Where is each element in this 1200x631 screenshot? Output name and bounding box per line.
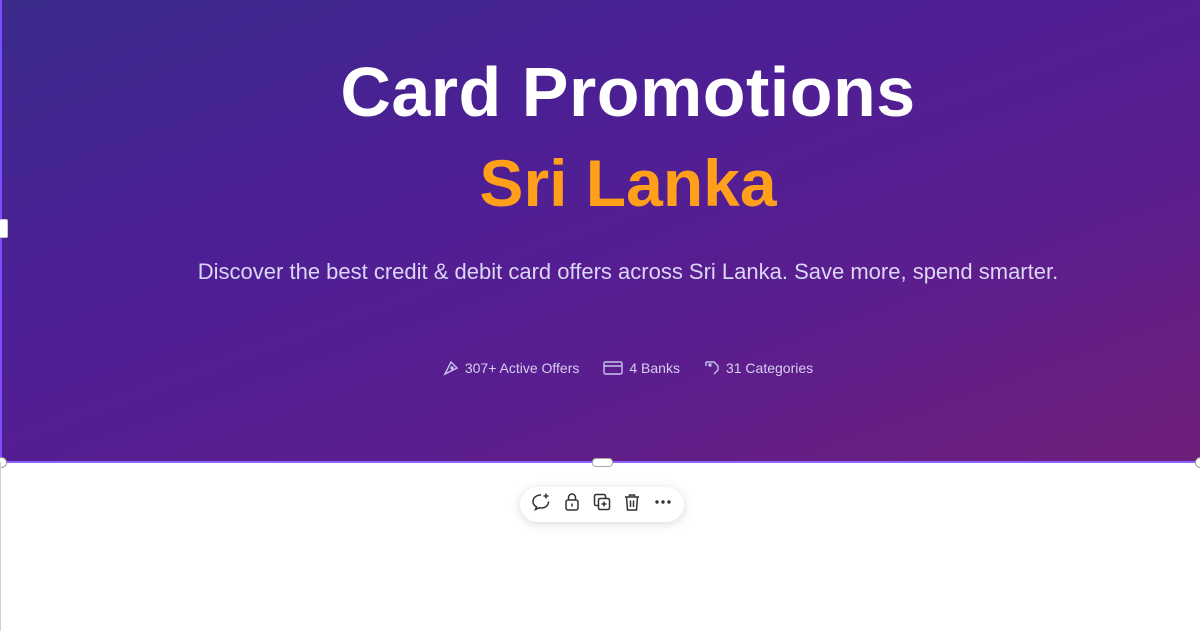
element-toolbar	[520, 487, 684, 522]
credit-card-icon	[603, 360, 624, 376]
hero-title: Card Promotions	[340, 53, 916, 131]
stat-active-offers: 307+ Active Offers	[443, 360, 580, 376]
stat-label: 31 Categories	[725, 360, 814, 376]
delete-button[interactable]	[619, 492, 645, 518]
label-icon	[704, 360, 720, 376]
more-icon	[653, 492, 673, 517]
resize-handle-bottom-right[interactable]	[1195, 457, 1200, 468]
stat-categories: 31 Categories	[704, 360, 813, 376]
hero-stats: 307+ Active Offers 4 Banks 31 Categories	[2, 360, 1200, 376]
hero-description: Discover the best credit & debit card of…	[197, 259, 1059, 284]
lock-icon	[562, 492, 582, 517]
duplicate-icon	[592, 492, 612, 517]
resize-handle-bottom[interactable]	[592, 458, 613, 467]
more-options-button[interactable]	[650, 492, 676, 518]
hero-section[interactable]: Card Promotions Sri Lanka Discover the b…	[0, 0, 1200, 462]
resize-handle-bottom-left[interactable]	[0, 457, 7, 468]
stat-banks: 4 Banks	[603, 360, 680, 376]
hero-accent-title: Sri Lanka	[479, 146, 777, 220]
stat-label: 307+ Active Offers	[464, 360, 580, 376]
add-comment-button[interactable]	[528, 492, 554, 518]
delete-icon	[622, 492, 642, 517]
duplicate-button[interactable]	[589, 492, 615, 518]
add-comment-icon	[531, 492, 551, 517]
page-edge	[0, 462, 1, 631]
editor-canvas: Card Promotions Sri Lanka Discover the b…	[0, 0, 1200, 631]
stat-label: 4 Banks	[629, 360, 680, 376]
tag-icon	[443, 360, 459, 376]
lock-button[interactable]	[559, 492, 585, 518]
